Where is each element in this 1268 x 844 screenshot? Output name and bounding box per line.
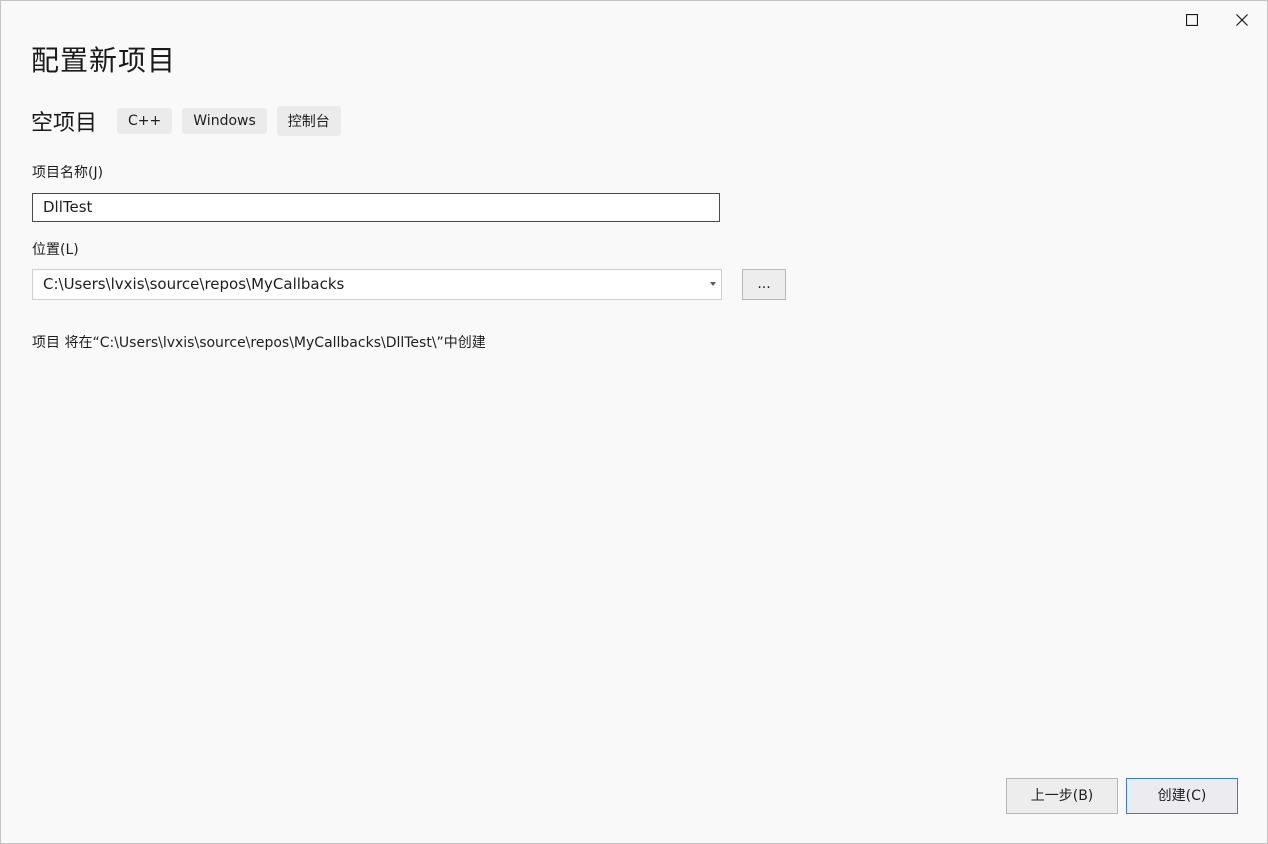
configure-project-window: 配置新项目 空项目 C++ Windows 控制台 项目名称(J) DllTes…: [0, 0, 1268, 844]
page-title: 配置新项目: [31, 44, 177, 77]
tag-cpp: C++: [117, 108, 173, 134]
tag-windows: Windows: [182, 108, 267, 134]
maximize-icon: [1186, 14, 1198, 26]
template-summary: 空项目 C++ Windows 控制台: [31, 105, 351, 137]
window-controls: [1167, 1, 1267, 39]
location-value: C:\Users\lvxis\source\repos\MyCallbacks: [43, 275, 345, 293]
project-name-label: 项目名称(J): [32, 165, 104, 181]
create-path-info: 项目 将在“C:\Users\lvxis\source\repos\MyCall…: [32, 335, 486, 351]
create-button[interactable]: 创建(C): [1126, 778, 1238, 814]
template-name: 空项目: [31, 111, 98, 136]
close-icon: [1236, 14, 1248, 26]
project-name-input[interactable]: DllTest: [32, 193, 720, 222]
location-label: 位置(L): [32, 242, 79, 258]
browse-button[interactable]: ...: [742, 269, 786, 300]
back-button[interactable]: 上一步(B): [1006, 778, 1118, 814]
tag-console: 控制台: [276, 106, 341, 136]
chevron-down-icon[interactable]: [710, 282, 716, 286]
maximize-button[interactable]: [1167, 1, 1217, 39]
close-button[interactable]: [1217, 1, 1267, 39]
location-combobox[interactable]: C:\Users\lvxis\source\repos\MyCallbacks: [32, 269, 722, 300]
